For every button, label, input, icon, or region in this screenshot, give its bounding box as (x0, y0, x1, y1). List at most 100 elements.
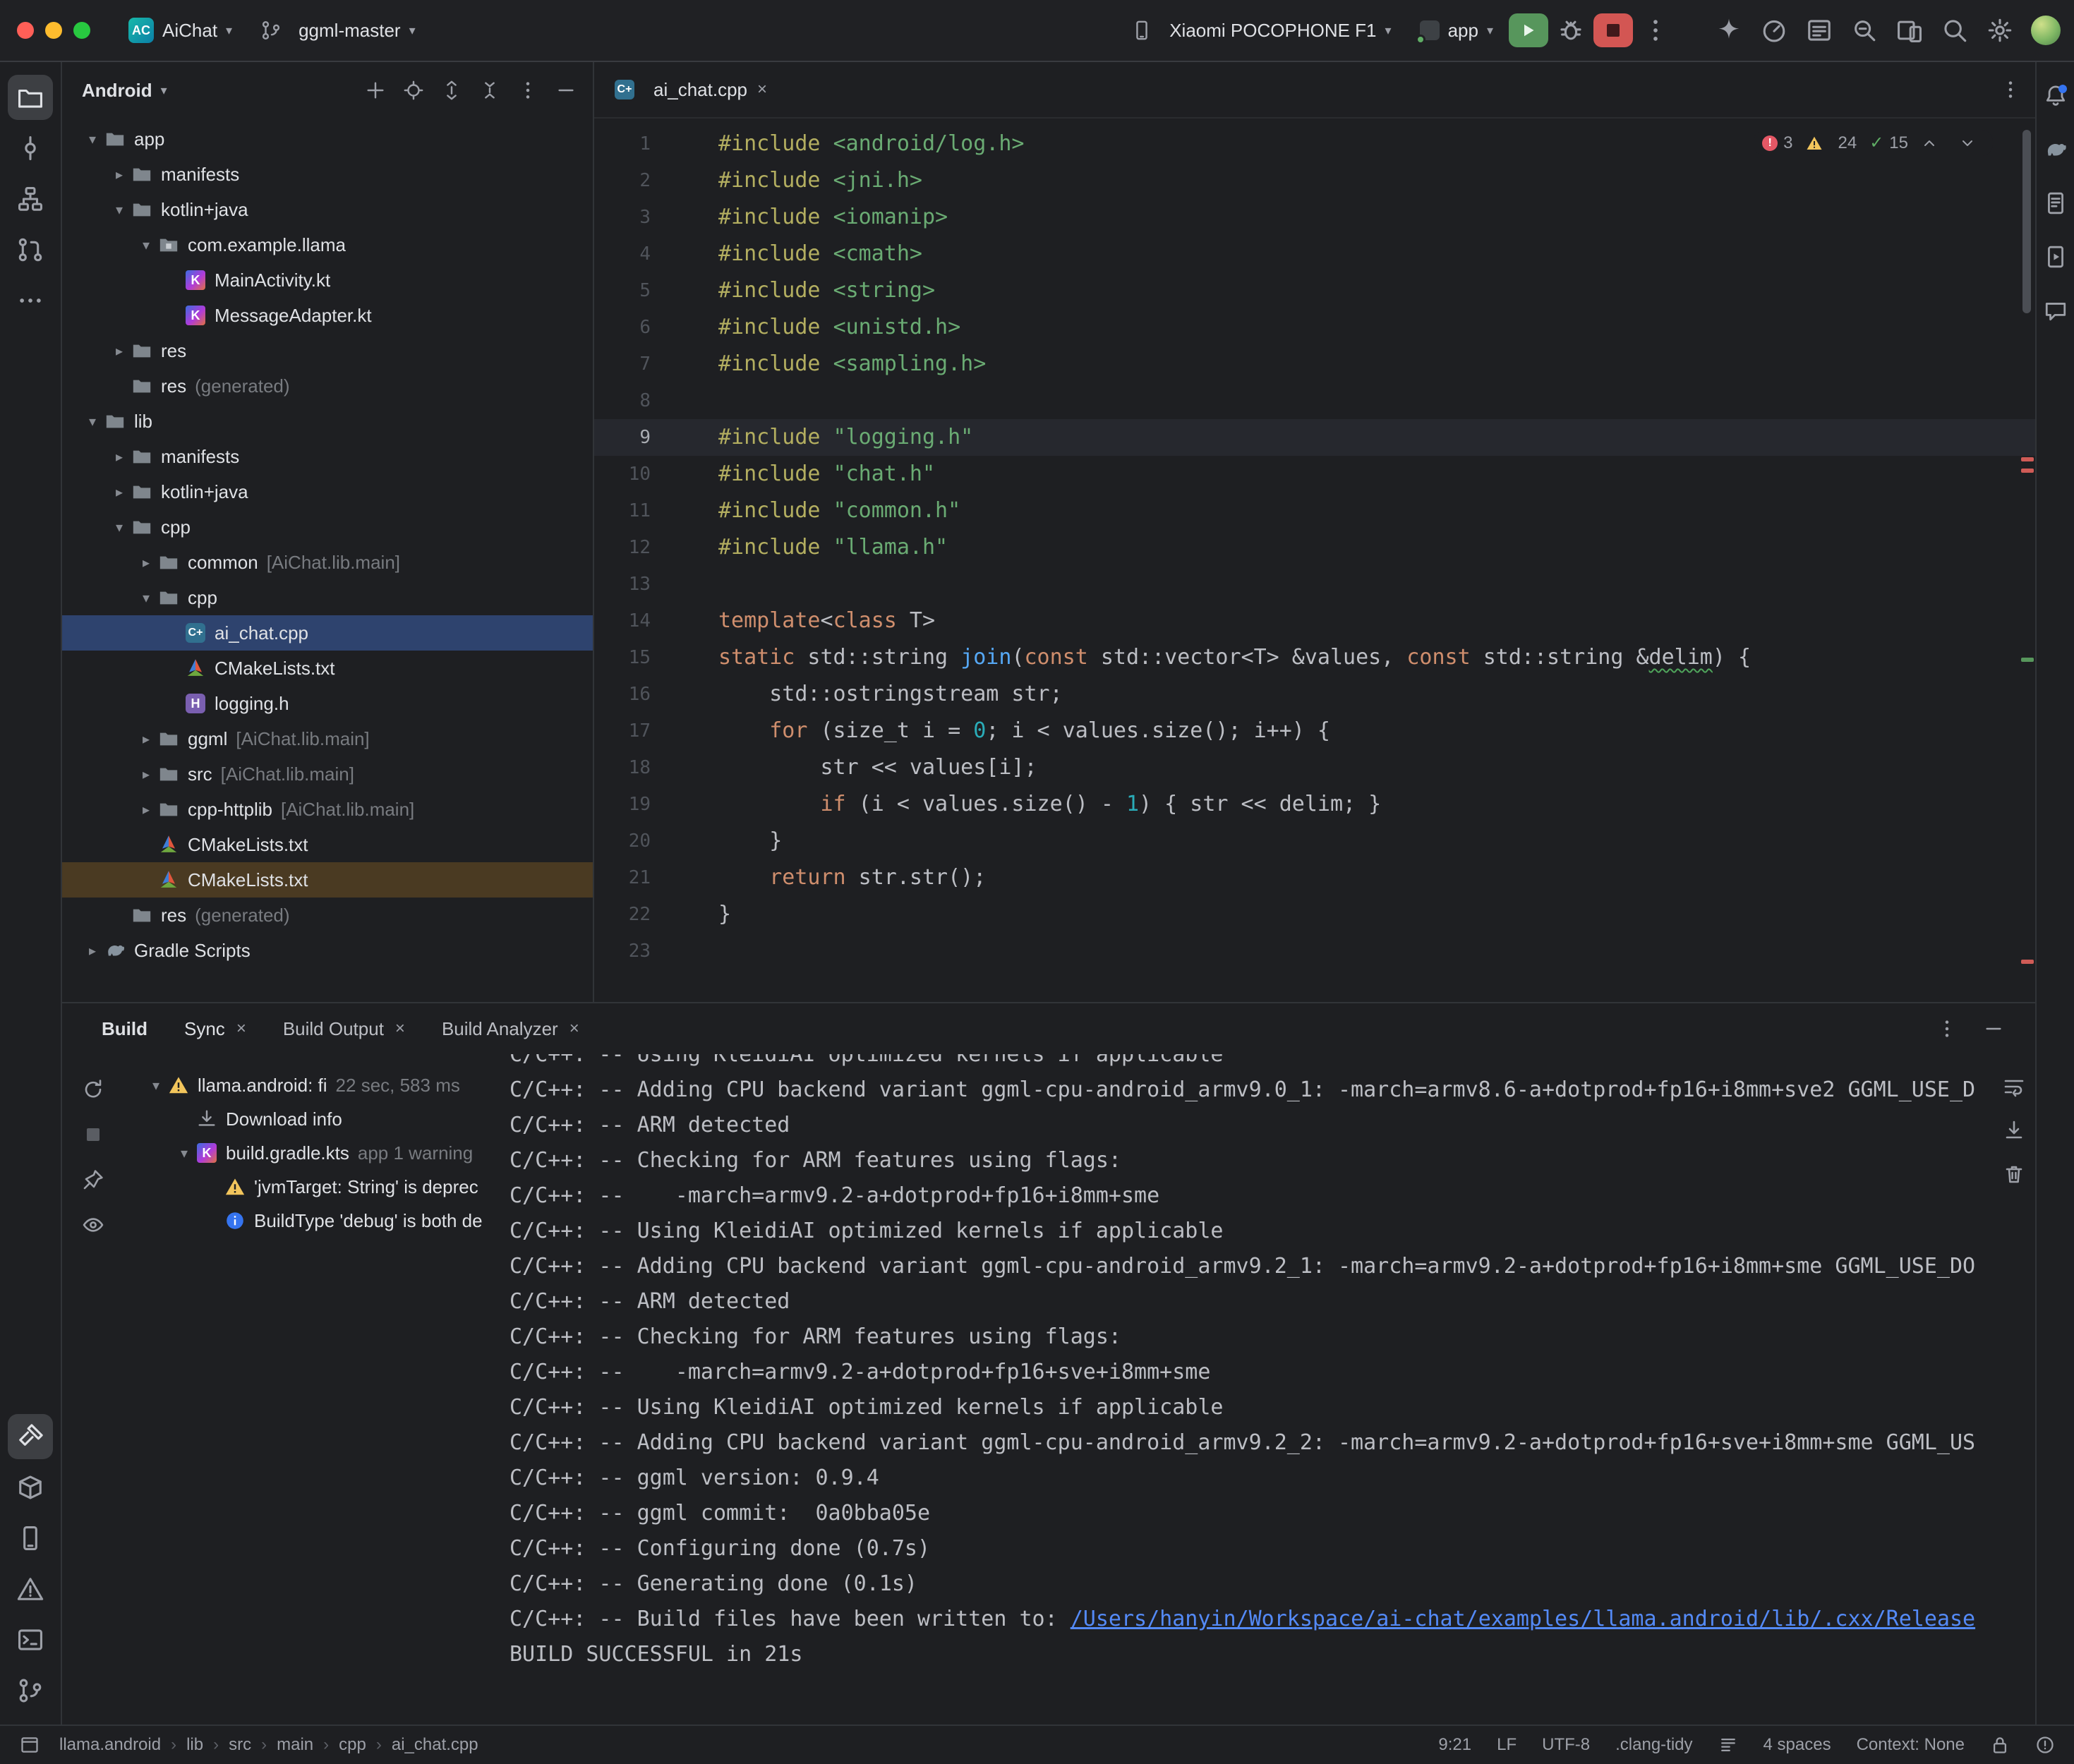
eye-icon[interactable] (78, 1209, 109, 1240)
build-console[interactable]: C/C++: -- Using KleidiAI optimized kerne… (498, 1054, 1993, 1724)
code-line-12[interactable]: 12#include "llama.h" (594, 529, 2035, 566)
profiler-icon[interactable] (1754, 12, 1794, 49)
breadcrumb-llama-android[interactable]: llama.android (59, 1735, 161, 1755)
breadcrumb-cpp[interactable]: cpp (339, 1735, 366, 1755)
device-manager-icon[interactable] (8, 1516, 53, 1561)
version-control-icon[interactable] (8, 1668, 53, 1713)
project-item-cpp[interactable]: ▾cpp (62, 509, 593, 545)
code-line-15[interactable]: 15static std::string join(const std::vec… (594, 639, 2035, 676)
tab-options-icon[interactable] (2000, 79, 2021, 100)
project-item-ai-chat-cpp[interactable]: C+ai_chat.cpp (62, 615, 593, 651)
code-line-3[interactable]: 3#include <iomanip> (594, 199, 2035, 236)
project-item-manifests[interactable]: ▸manifests (62, 157, 593, 192)
chevron-down-icon[interactable]: ▾ (107, 519, 131, 536)
error-stripe-mark[interactable] (2021, 469, 2034, 473)
project-item-gradle-scripts[interactable]: ▸Gradle Scripts (62, 933, 593, 968)
chevron-down-icon[interactable]: ▾ (80, 131, 104, 147)
lock-icon[interactable] (1990, 1735, 2010, 1755)
chevron-right-icon[interactable]: ▸ (134, 766, 158, 783)
gradle-icon[interactable] (2039, 133, 2073, 167)
error-stripe-mark[interactable] (2021, 658, 2034, 662)
breadcrumb-ai-chat-cpp[interactable]: ai_chat.cpp (392, 1735, 478, 1755)
context-indicator[interactable]: Context: None (1857, 1735, 1965, 1755)
code-line-2[interactable]: 2#include <jni.h> (594, 162, 2035, 199)
project-item-kotlin-java[interactable]: ▸kotlin+java (62, 474, 593, 509)
chevron-right-icon[interactable]: ▸ (134, 554, 158, 571)
device-selector[interactable]: Xiaomi POCOPHONE F1 ▾ (1119, 14, 1404, 47)
expand-all-icon[interactable] (436, 75, 467, 106)
project-icon[interactable] (8, 75, 53, 120)
debug-button[interactable] (1551, 13, 1591, 47)
code-line-13[interactable]: 13 (594, 566, 2035, 603)
minimize-window-button[interactable] (45, 22, 62, 39)
hide-icon[interactable] (1983, 1018, 2004, 1039)
locate-icon[interactable] (398, 75, 429, 106)
more-horizontal-icon[interactable] (8, 278, 53, 323)
project-item-com-example-llama[interactable]: ▾com.example.llama (62, 227, 593, 262)
close-icon[interactable]: × (757, 80, 767, 99)
build-item-llama-android-fi[interactable]: ▾llama.android: fi22 sec, 583 ms (124, 1068, 498, 1102)
app-inspection-icon[interactable] (1845, 12, 1884, 49)
error-stripe-mark[interactable] (2021, 457, 2034, 461)
build-tool-title[interactable]: Build (102, 1018, 147, 1040)
close-window-button[interactable] (17, 22, 34, 39)
breadcrumb-src[interactable]: src (229, 1735, 251, 1755)
code-style-icon[interactable] (1718, 1735, 1738, 1755)
code-line-22[interactable]: 22} (594, 896, 2035, 933)
chevron-right-icon[interactable]: ▸ (107, 483, 131, 500)
project-item-cmakelists-txt[interactable]: CMakeLists.txt (62, 827, 593, 862)
close-icon[interactable]: × (569, 1019, 579, 1039)
chevron-down-icon[interactable]: ▾ (107, 201, 131, 218)
editor-scrollbar[interactable] (2022, 130, 2031, 313)
project-item-cpp[interactable]: ▾cpp (62, 580, 593, 615)
chevron-right-icon[interactable]: ▸ (134, 801, 158, 818)
chevron-right-icon[interactable]: ▸ (134, 730, 158, 747)
branch-selector[interactable]: ggml-master ▾ (248, 14, 428, 47)
device-explorer-icon[interactable] (2039, 186, 2073, 220)
build-item-jvmtarget-string-is-deprec[interactable]: 'jvmTarget: String' is deprec (124, 1170, 498, 1204)
commit-icon[interactable] (8, 126, 53, 171)
more-vertical-icon[interactable] (512, 75, 543, 106)
file-encoding[interactable]: UTF-8 (1542, 1735, 1590, 1755)
refresh-icon[interactable] (78, 1074, 109, 1105)
zoom-window-button[interactable] (73, 22, 90, 39)
error-stripe-mark[interactable] (2021, 960, 2034, 964)
packages-icon[interactable] (8, 1465, 53, 1510)
build-item-build-gradle-kts[interactable]: ▾Kbuild.gradle.ktsapp 1 warning (124, 1136, 498, 1170)
assistant-icon[interactable] (2039, 294, 2073, 327)
project-item-res[interactable]: res(generated) (62, 898, 593, 933)
close-icon[interactable]: × (395, 1019, 405, 1039)
code-line-21[interactable]: 21 return str.str(); (594, 859, 2035, 896)
project-item-cpp-httplib[interactable]: ▸cpp-httplib[AiChat.lib.main] (62, 792, 593, 827)
chevron-down-icon[interactable]: ▾ (134, 589, 158, 606)
more-actions-button[interactable] (1636, 13, 1675, 47)
code-line-19[interactable]: 19 if (i < values.size() - 1) { str << d… (594, 786, 2035, 823)
stop-square-icon[interactable] (78, 1119, 109, 1150)
previous-problem-icon[interactable] (1921, 135, 1938, 152)
project-item-ggml[interactable]: ▸ggml[AiChat.lib.main] (62, 721, 593, 756)
chevron-right-icon[interactable]: ▸ (107, 448, 131, 465)
caret-position[interactable]: 9:21 (1438, 1735, 1471, 1755)
project-item-logging-h[interactable]: Hlogging.h (62, 686, 593, 721)
build-tab-build-output[interactable]: Build Output× (283, 1018, 405, 1040)
running-devices-icon[interactable] (2039, 240, 2073, 274)
problems-icon[interactable] (8, 1566, 53, 1612)
errors-badge[interactable]: ! 3 (1762, 133, 1792, 153)
options-icon[interactable] (1936, 1018, 1958, 1039)
editor-tab[interactable]: C+ ai_chat.cpp × (594, 62, 787, 117)
settings-icon[interactable] (1980, 12, 2020, 49)
project-selector[interactable]: AC AiChat ▾ (116, 12, 245, 49)
code-line-17[interactable]: 17 for (size_t i = 0; i < values.size();… (594, 713, 2035, 749)
chevron-right-icon[interactable]: ▸ (107, 166, 131, 183)
build-tab-build-analyzer[interactable]: Build Analyzer× (442, 1018, 579, 1040)
project-view-selector[interactable]: Android ▾ (82, 80, 167, 102)
run-configuration-selector[interactable]: app ▾ (1407, 14, 1506, 47)
scroll-to-end-icon[interactable] (1998, 1115, 2030, 1146)
code-line-4[interactable]: 4#include <cmath> (594, 236, 2035, 272)
project-item-manifests[interactable]: ▸manifests (62, 439, 593, 474)
inspections-widget[interactable]: ! 3 24 ✓ 15 (1754, 130, 1993, 156)
event-log-icon[interactable] (2035, 1735, 2055, 1755)
code-line-5[interactable]: 5#include <string> (594, 272, 2035, 309)
code-line-18[interactable]: 18 str << values[i]; (594, 749, 2035, 786)
logcat-icon[interactable] (1799, 12, 1839, 49)
